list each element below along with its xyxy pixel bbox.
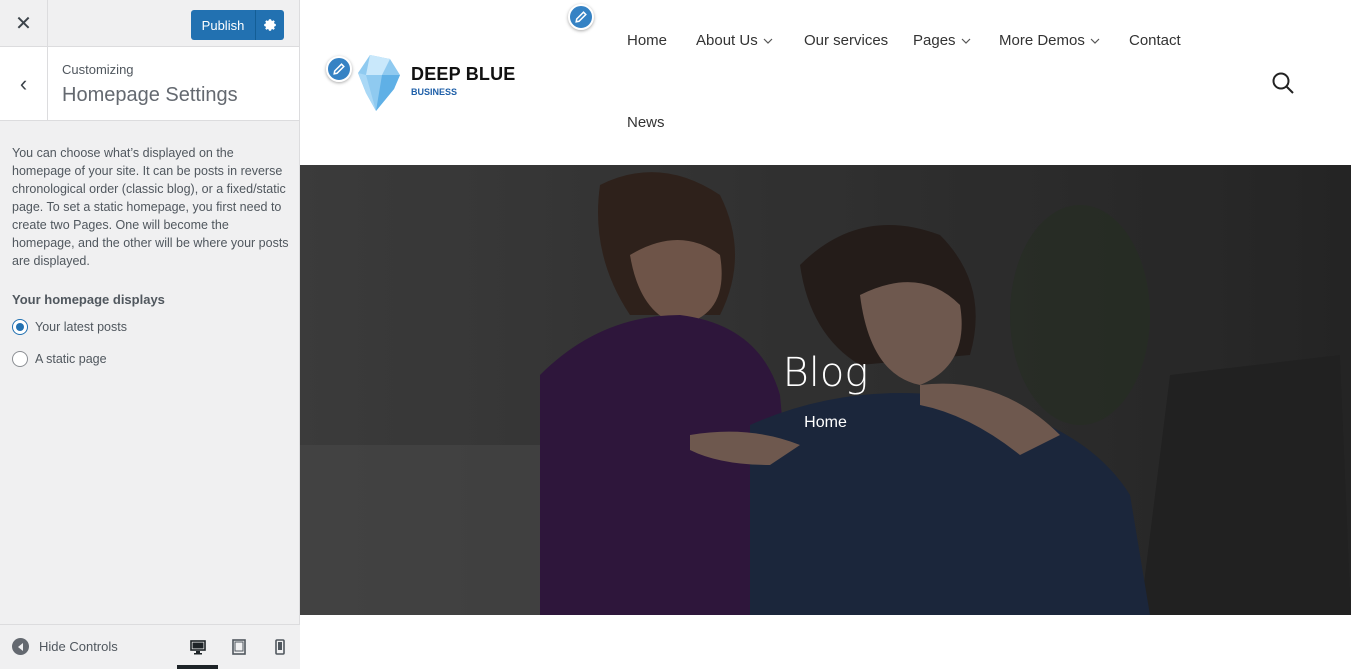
site-tagline: BUSINESS [411,87,458,97]
chevron-down-icon [763,38,773,44]
nav-label: News [627,114,665,131]
device-switcher [177,625,300,669]
nav-item-more-demos[interactable]: More Demos [999,32,1100,49]
nav-item-home[interactable]: Home [627,32,667,49]
site-header: DEEP BLUE BUSINESS Home About Us Our ser… [300,0,1351,165]
hero-title: Blog [782,350,869,396]
preview-tablet-button[interactable] [218,625,259,669]
customizer-footer: Hide Controls [0,624,300,669]
section-title: Homepage Settings [62,84,238,106]
desktop-icon [189,640,206,655]
customizer-sidebar: ✕ Publish ‹ Customizing Homepage Setting… [0,0,300,669]
radio-latest-posts[interactable]: Your latest posts [12,319,127,335]
radio-label: Your latest posts [35,320,127,334]
preview-mobile-button[interactable] [259,625,300,669]
gear-icon [264,19,276,31]
customizing-label: Customizing [62,62,134,77]
close-button[interactable]: ✕ [0,0,48,47]
close-icon: ✕ [15,13,32,35]
publish-settings-button[interactable] [255,10,284,40]
pencil-icon [333,63,345,75]
chevron-down-icon [961,38,971,44]
nav-label: Home [627,32,668,49]
site-title[interactable]: DEEP BLUE [411,64,516,85]
customizer-app: ✕ Publish ‹ Customizing Homepage Setting… [0,0,1351,669]
site-preview: DEEP BLUE BUSINESS Home About Us Our ser… [300,0,1351,669]
edit-menu-button[interactable] [568,4,594,30]
nav-label: About Us [696,32,758,49]
hide-controls-button[interactable]: Hide Controls [12,638,118,655]
search-icon [1272,72,1294,94]
radio-button[interactable] [12,351,28,367]
radio-label: A static page [35,352,107,366]
chevron-down-icon [1090,38,1100,44]
section-header: ‹ Customizing Homepage Settings [0,47,299,121]
back-button[interactable]: ‹ [0,47,48,120]
publish-group: Publish [191,10,284,40]
nav-item-about-us[interactable]: About Us [696,32,773,49]
breadcrumb-home-link[interactable]: Home [300,414,1351,432]
nav-item-contact[interactable]: Contact [1129,32,1181,49]
nav-item-news[interactable]: News [627,114,665,131]
pencil-icon [575,11,587,23]
collapse-icon [12,638,29,655]
nav-item-our-services[interactable]: Our services [804,32,888,49]
preview-desktop-button[interactable] [177,625,218,669]
hide-controls-label: Hide Controls [39,639,118,654]
iceberg-logo-icon [358,55,400,111]
radio-button[interactable] [12,319,28,335]
publish-button[interactable]: Publish [191,10,255,40]
radio-static-page[interactable]: A static page [12,351,107,367]
nav-label: Contact [1129,32,1181,49]
search-button[interactable] [1271,71,1295,100]
edit-logo-button[interactable] [326,56,352,82]
nav-item-pages[interactable]: Pages [913,32,971,49]
page-content-area [300,615,1351,669]
page-hero: Blog Home [300,165,1351,615]
mobile-icon [274,639,285,655]
section-description: You can choose what’s displayed on the h… [12,146,289,268]
tablet-icon [231,639,246,655]
nav-label: More Demos [999,32,1085,49]
homepage-displays-label: Your homepage displays [12,292,165,307]
customizer-topbar: ✕ Publish [0,0,299,47]
chevron-left-icon: ‹ [19,70,28,96]
nav-label: Our services [804,32,889,49]
nav-label: Pages [913,32,956,49]
